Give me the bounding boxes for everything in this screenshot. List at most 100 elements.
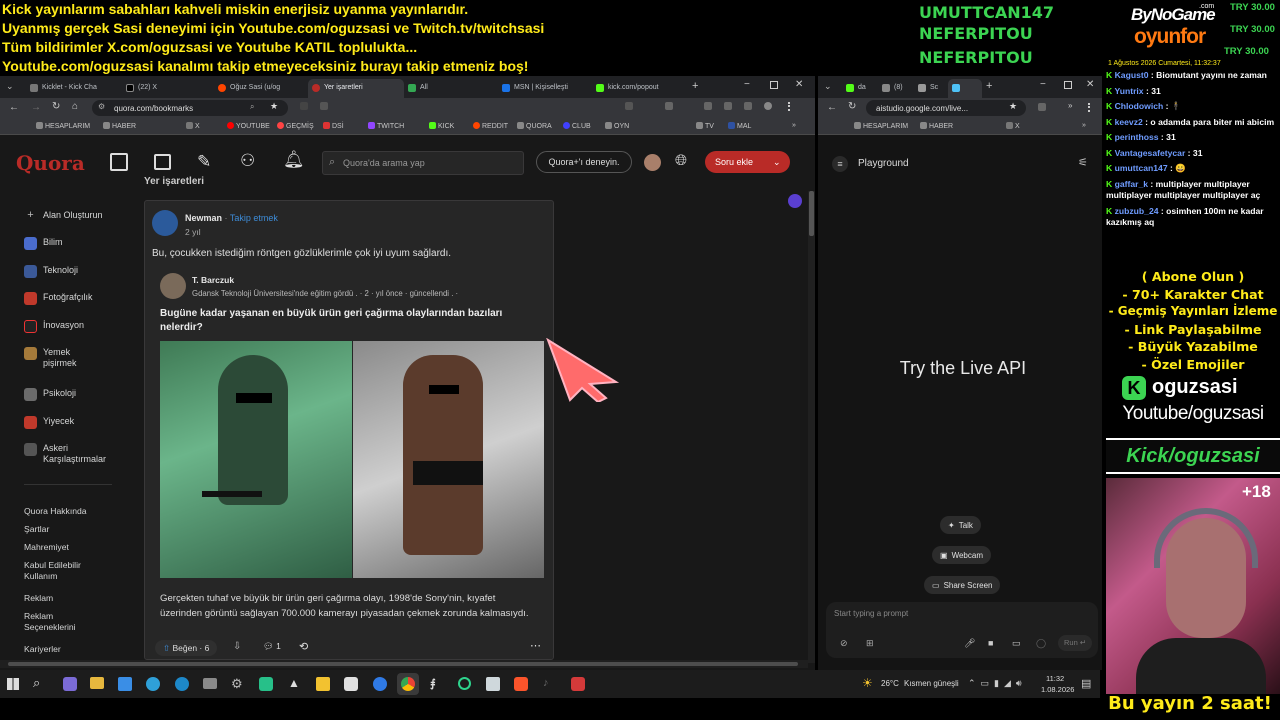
spaces-icon[interactable]: ⚇ [240,151,255,171]
comment-button[interactable]: 💬︎ 1 [263,641,281,652]
star-icon[interactable]: ★ [270,101,278,112]
site-info-icon[interactable]: ⚙ [98,102,105,111]
footer-terms[interactable]: Şartlar [24,524,49,535]
bookmark-club[interactable]: CLUB [563,122,591,130]
weather-temp[interactable]: 26°C [881,679,899,688]
menu-icon[interactable]: ≡ [832,156,848,172]
avatar[interactable] [644,154,661,171]
run-button[interactable]: Run ↵ [1058,635,1093,651]
start-icon[interactable] [7,678,19,690]
question-title[interactable]: Bugüne kadar yaşanan en büyük ürün geri … [160,307,535,335]
back-icon[interactable]: ← [827,102,837,113]
settings-tune-icon[interactable]: ⚟ [1078,156,1088,169]
reload-icon[interactable]: ↻ [52,101,60,112]
close-icon[interactable]: ✕ [1086,79,1094,90]
following-icon[interactable] [154,154,171,170]
url-field[interactable]: ⚙ quora.com/bookmarks ⌕ ★ [92,100,288,116]
shared-author[interactable]: T. Barczuk [192,275,234,285]
extension-icons[interactable]: » [1038,101,1098,113]
bookmark-folder-1[interactable]: HESAPLARIM [854,122,908,130]
search-icon[interactable]: ⌕ [250,102,254,112]
tab-msn[interactable]: MSN | Kişiselleşti [498,79,592,98]
app-icon-3[interactable] [316,677,330,691]
bookmark-quora[interactable]: QUORA [517,122,552,130]
minimize-icon[interactable]: − [744,79,750,90]
nav-create-space[interactable]: + Alan Oluşturun [24,210,102,221]
app-icon-8[interactable] [486,677,500,691]
upvote-button[interactable]: ⇧ Beğen · 6 [155,640,218,656]
search-input[interactable]: ⌕ Quora'da arama yap [322,151,524,175]
shared-avatar[interactable] [160,273,186,299]
camera-icon[interactable]: ■ [988,638,993,648]
bookmark-gecmis[interactable]: GEÇMİŞ [277,122,314,130]
tab-sc[interactable]: Sc [914,79,948,98]
chrome-icon[interactable] [397,673,419,695]
clock-time[interactable]: 11:32 [1046,674,1064,683]
brave-icon[interactable] [514,677,528,691]
extension-float-icon[interactable] [788,194,802,208]
quora-plus-button[interactable]: Quora+'ı deneyin. [536,151,632,173]
url-field[interactable]: aistudio.google.com/live... ★ [866,100,1026,116]
maximize-icon[interactable] [1064,81,1072,89]
author-avatar[interactable] [152,210,178,236]
app-icon-1[interactable] [259,677,273,691]
bookmark-x[interactable]: X [1006,122,1020,130]
nav-psikoloji[interactable]: Psikoloji [24,388,76,401]
weather-desc[interactable]: Kısmen güneşli [904,679,959,688]
nav-askeri[interactable]: Askeri Karşılaştırmalar [24,443,114,465]
footer-ads[interactable]: Reklam [24,593,53,604]
notifications-icon[interactable]: 🔔︎ [283,150,305,170]
bookmark-reddit[interactable]: REDDIT [473,122,508,130]
language-icon[interactable]: 🌐︎ [675,152,687,169]
bookmark-kick[interactable]: KICK [429,122,454,130]
tab-list-icon[interactable]: ⌄ [6,81,14,92]
footer-about[interactable]: Quora Hakkında [24,506,87,517]
close-icon[interactable]: ✕ [795,79,803,90]
bookmark-folder-2[interactable]: HABER [920,122,953,130]
share-screen-button[interactable]: ▭ Share Screen [924,576,1001,594]
bookmark-twitch[interactable]: TWITCH [368,122,404,130]
extension-icons[interactable] [300,102,800,114]
settings-icon[interactable]: ⚙ [231,676,243,692]
tray-icons[interactable]: ⌃▭▮◢🔊︎ [968,678,1027,689]
camera-app-icon[interactable] [203,678,217,689]
footer-ad-choices[interactable]: Reklam Seçeneklerini [24,611,104,633]
home-icon[interactable]: ⌂ [72,101,78,112]
clock-date[interactable]: 1.08.2026 [1041,685,1074,694]
tab-reddit[interactable]: Oğuz Sasi (u/og [214,79,308,98]
notification-icon[interactable]: ▤ [1081,677,1091,690]
tab-aistudio[interactable] [948,79,982,98]
app-icon-4[interactable] [344,677,358,691]
footer-acceptable-use[interactable]: Kabul Edilebilir Kullanım [24,560,104,582]
star-icon[interactable]: ★ [1009,101,1017,112]
tab-kicklet[interactable]: Kicklet - Kick Cha [26,79,122,98]
add-question-button[interactable]: Soru ekle ⌄ [705,151,790,173]
answer-image[interactable] [160,341,544,578]
copilot-icon[interactable] [63,677,77,691]
maximize-icon[interactable] [770,81,778,89]
app-icon-2[interactable]: ▲ [288,676,300,690]
tab-list-icon[interactable]: ⌄ [824,81,832,92]
new-tab-icon[interactable]: + [986,80,992,92]
grid-icon[interactable]: ⊞ [866,638,874,649]
follow-link[interactable]: Takip etmek [230,213,278,223]
attach-icon[interactable]: ⊘ [840,638,848,649]
reload-icon[interactable]: ↻ [848,101,856,112]
more-options-icon[interactable]: ⋯ [530,639,541,652]
tab-kick-right[interactable]: da [842,79,876,98]
edge-alt-icon[interactable] [175,677,189,691]
app-icon-5[interactable] [373,677,387,691]
app-icon-9[interactable]: ♪ [543,677,549,689]
answer-icon[interactable]: ✎ [197,152,211,172]
app-icon-6[interactable]: ⨎ [430,677,436,690]
tab-bookmarks[interactable]: Yer işaretleri [308,79,404,98]
tab-all[interactable]: All [404,79,498,98]
tab-8[interactable]: (8) [878,79,914,98]
forward-icon[interactable]: → [31,102,41,113]
downvote-icon[interactable]: ⇩ [233,641,241,652]
search-icon[interactable]: ⌕ [33,675,40,691]
nav-fotografcilik[interactable]: Fotoğrafçılık [24,292,93,305]
explorer-icon[interactable] [90,677,104,689]
nav-yiyecek[interactable]: Yiyecek [24,416,74,429]
bookmark-dsi[interactable]: DSİ [323,122,344,130]
